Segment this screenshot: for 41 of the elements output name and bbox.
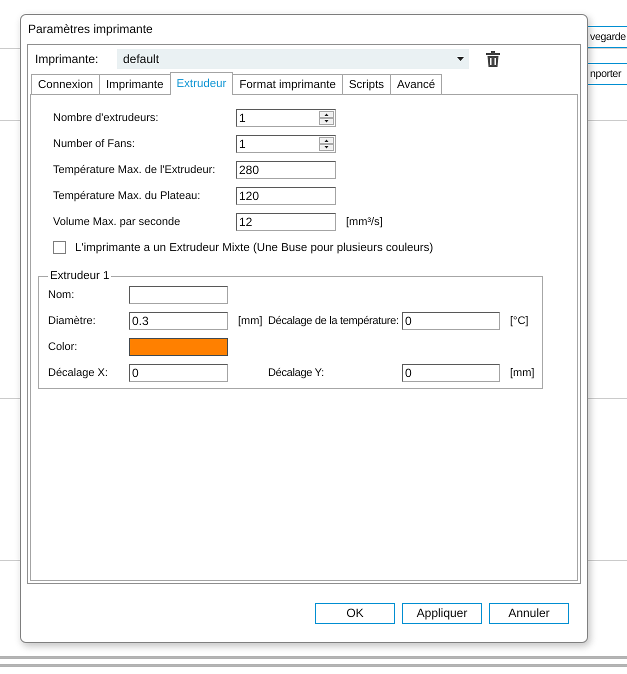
- color-swatch[interactable]: [129, 338, 228, 356]
- text-field[interactable]: 120: [236, 187, 336, 205]
- dialog-button[interactable]: OK: [315, 602, 395, 624]
- text-field[interactable]: 0: [402, 364, 500, 382]
- field-label: Nom:: [48, 289, 76, 301]
- text-field[interactable]: 0: [402, 312, 500, 330]
- field-label: Décalage Y:: [268, 367, 325, 379]
- spinner-arrows-icon[interactable]: [319, 137, 334, 151]
- field-label: Color:: [48, 341, 78, 353]
- text-field[interactable]: 12: [236, 213, 336, 231]
- dialog-button[interactable]: Appliquer: [402, 602, 482, 624]
- setting-label: Number of Fans:: [53, 138, 136, 150]
- field-label: Décalage de la température:: [268, 315, 400, 327]
- unit-label: [mm]: [509, 367, 536, 379]
- unit-label: [°C]: [509, 315, 530, 327]
- checkbox[interactable]: [53, 241, 66, 254]
- text-field[interactable]: 0.3: [129, 312, 228, 330]
- dialog-button[interactable]: Annuler: [489, 602, 569, 624]
- spinner-field[interactable]: 1: [236, 109, 336, 127]
- text-field[interactable]: 0: [129, 364, 228, 382]
- setting-label: Nombre d'extrudeurs:: [53, 112, 160, 124]
- setting-label: Température Max. de l'Extrudeur:: [53, 164, 216, 176]
- trash-icon[interactable]: [486, 51, 500, 67]
- printer-label: Imprimante:: [35, 52, 100, 66]
- spinner-arrows-icon[interactable]: [319, 111, 334, 125]
- window-title: Paramètres imprimante: [27, 21, 154, 38]
- printer-dropdown[interactable]: default: [117, 49, 469, 69]
- field-label: Décalage X:: [48, 367, 109, 379]
- text-field[interactable]: 280: [236, 161, 336, 179]
- setting-label: Volume Max. par seconde: [53, 216, 182, 228]
- tab[interactable]: Avancé: [390, 74, 442, 94]
- tab[interactable]: Connexion: [31, 74, 100, 94]
- spinner-field[interactable]: 1: [236, 135, 336, 153]
- setting-label: Température Max. du Plateau:: [53, 190, 202, 202]
- text-field[interactable]: [129, 286, 228, 304]
- checkbox-label: L'imprimante a un Extrudeur Mixte (Une Buse pour plusieurs couleurs): [75, 242, 434, 254]
- group-title: Extrudeur 1: [49, 270, 110, 282]
- unit-label: [mm]: [237, 315, 264, 327]
- unit-label: [mm³/s]: [345, 216, 384, 228]
- field-label: Diamètre:: [48, 315, 97, 327]
- caret-icon: [457, 57, 464, 61]
